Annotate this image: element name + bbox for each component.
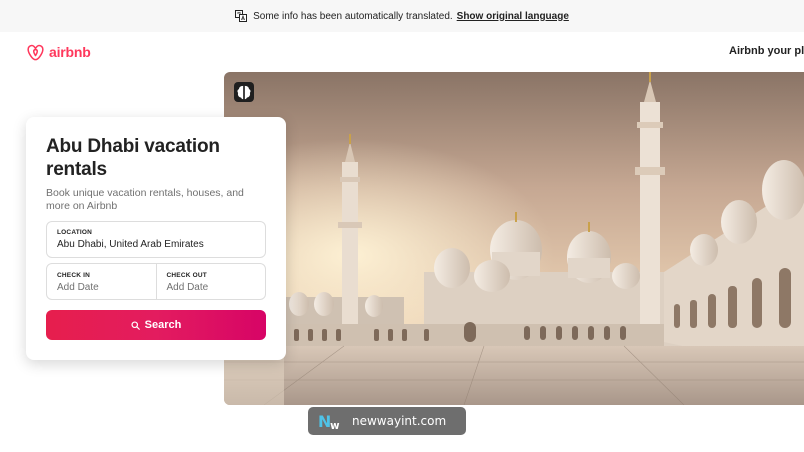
page-title: Abu Dhabi vacation rentals (46, 136, 220, 180)
watermark: N w newwayint.com (308, 407, 466, 435)
logo-text: airbnb (49, 44, 91, 60)
check-out-placeholder: Add Date (166, 282, 209, 293)
location-label: LOCATION (57, 229, 93, 236)
svg-text:w: w (330, 420, 340, 430)
airbnb-your-place-link[interactable]: Airbnb your plac (729, 45, 804, 57)
show-original-language-link[interactable]: Show original language (457, 11, 569, 22)
airbnb-logo[interactable]: airbnb (26, 42, 91, 62)
page-subtitle: Book unique vacation rentals, houses, an… (46, 187, 244, 212)
mosque-illustration (224, 72, 804, 405)
airbnb-logo-icon (27, 44, 44, 61)
search-card: Abu Dhabi vacation rentals Book unique v… (26, 117, 286, 360)
newwayint-logo-icon: N w (318, 412, 340, 431)
translate-icon (235, 10, 248, 22)
check-out-label: CHECK OUT (166, 272, 207, 279)
hero-badge[interactable] (234, 82, 254, 102)
watermark-text: newwayint.com (352, 414, 447, 428)
location-field[interactable]: LOCATION Abu Dhabi, United Arab Emirates (46, 221, 266, 258)
check-in-field[interactable]: CHECK IN Add Date (47, 264, 156, 299)
page: Some info has been automatically transla… (0, 0, 804, 452)
site-header: airbnb Airbnb your plac (0, 32, 804, 72)
check-out-field[interactable]: CHECK OUT Add Date (155, 264, 266, 299)
search-button-label: Search (144, 319, 182, 331)
translation-banner: Some info has been automatically transla… (0, 0, 804, 32)
check-in-label: CHECK IN (57, 272, 91, 279)
search-button[interactable]: Search (46, 310, 266, 340)
banner-message: Some info has been automatically transla… (253, 10, 453, 22)
location-value: Abu Dhabi, United Arab Emirates (57, 239, 204, 250)
hero-image (224, 72, 804, 405)
date-range: CHECK IN Add Date CHECK OUT Add Date (46, 263, 266, 300)
check-in-placeholder: Add Date (57, 282, 99, 293)
search-icon (131, 320, 140, 330)
